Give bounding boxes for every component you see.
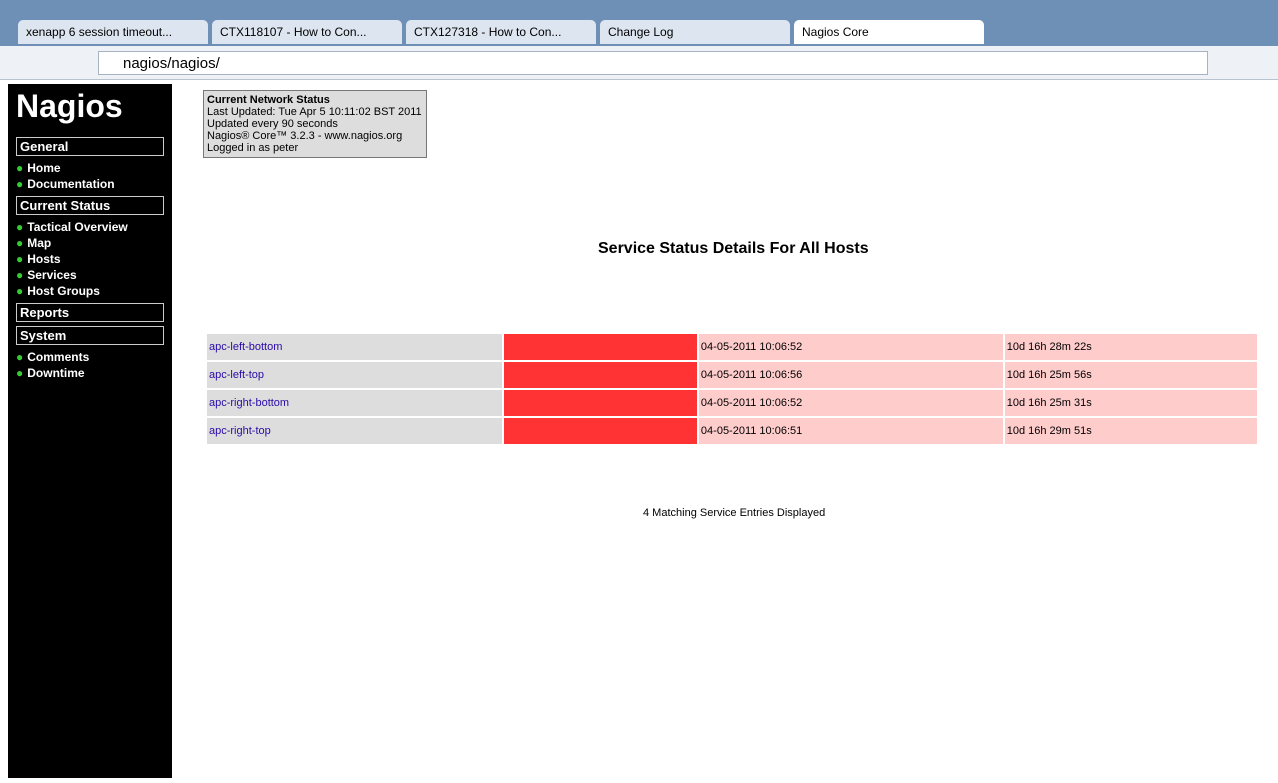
net-l1: Last Updated: Tue Apr 5 10:11:02 BST 201… [207,106,422,118]
main: Current Network Status Last Updated: Tue… [188,84,1272,778]
sec-general: General [16,137,164,156]
nav-hosts[interactable]: Hosts [8,251,172,267]
status-cell [503,418,697,444]
tab-0[interactable]: xenapp 6 session timeout... [18,20,208,44]
nav-home[interactable]: Home [8,160,172,176]
host-link[interactable]: apc-right-bottom [207,390,502,416]
tab-4[interactable]: Nagios Core [794,20,984,44]
net-l3: Nagios® Core™ 3.2.3 - www.nagios.org [207,130,403,142]
last-check: 04-05-2011 10:06:56 [698,362,1003,388]
last-check: 04-05-2011 10:06:52 [698,390,1003,416]
duration: 10d 16h 25m 31s [1004,390,1257,416]
table-row: apc-right-top 04-05-2011 10:06:51 10d 16h … [207,418,1257,444]
nav-tac[interactable]: Tactical Overview [8,219,172,235]
host-link[interactable]: apc-left-top [207,362,502,388]
tab-2[interactable]: CTX127318 - How to Con... [406,20,596,44]
logo: Nagios [16,88,123,124]
toolbar: nagios/nagios/ [0,46,1278,80]
duration: 10d 16h 28m 22s [1004,334,1257,360]
table-row: apc-right-bottom 04-05-2011 10:06:52 10d 1… [207,390,1257,416]
host-link[interactable]: apc-right-top [207,418,502,444]
net-title: Current Network Status [207,94,330,106]
sec-reports: Reports [16,303,164,322]
net-status: Current Network Status Last Updated: Tue… [203,90,427,158]
nav-comments[interactable]: Comments [8,349,172,365]
status-cell [503,334,697,360]
host-link[interactable]: apc-left-bottom [207,334,502,360]
service-table: apc-left-bottom 04-05-2011 10:06:52 10d 16… [205,332,1259,446]
sec-current: Current Status [16,196,164,215]
tab-1[interactable]: CTX118107 - How to Con... [212,20,402,44]
last-check: 04-05-2011 10:06:51 [698,418,1003,444]
tab-bar: xenapp 6 session timeout... CTX118107 - … [0,0,1278,46]
footer: 4 Matching Service Entries Displayed [643,507,826,519]
sec-system: System [16,326,164,345]
status-cell [503,390,697,416]
tab-3[interactable]: Change Log [600,20,790,44]
nav-map[interactable]: Map [8,235,172,251]
last-check: 04-05-2011 10:06:52 [698,334,1003,360]
nav-downtime[interactable]: Downtime [8,365,172,381]
table-row: apc-left-top 04-05-2011 10:06:56 10d 16h 2… [207,362,1257,388]
status-cell [503,362,697,388]
sidebar: Nagios General Home Documentation Curren… [8,84,172,778]
nav-docs[interactable]: Documentation [8,176,172,192]
duration: 10d 16h 25m 56s [1004,362,1257,388]
nav-hostgroups[interactable]: Host Groups [8,283,172,299]
duration: 10d 16h 29m 51s [1004,418,1257,444]
url-input[interactable]: nagios/nagios/ [98,51,1208,75]
net-l2: Updated every 90 seconds [207,118,338,130]
table-row: apc-left-bottom 04-05-2011 10:06:52 10d 16… [207,334,1257,360]
nav-services[interactable]: Services [8,267,172,283]
page-title: Service Status Details For All Hosts [598,240,869,257]
net-l4: Logged in as peter [207,142,299,154]
